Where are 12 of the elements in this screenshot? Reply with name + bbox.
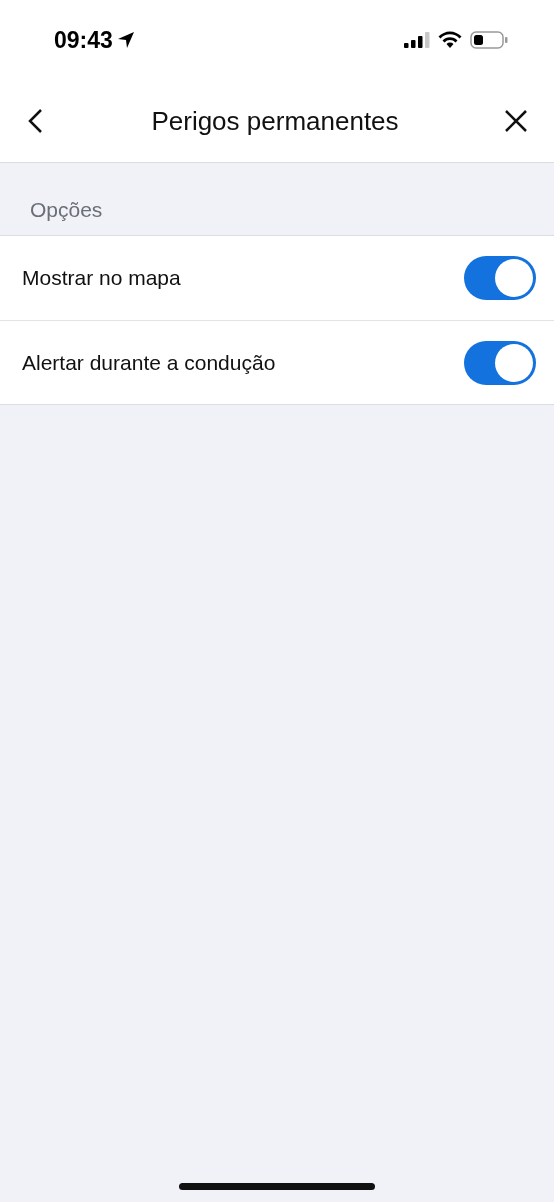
section-header: Opções xyxy=(30,198,103,222)
setting-label: Alertar durante a condução xyxy=(22,350,276,375)
close-icon xyxy=(504,109,528,133)
wifi-icon xyxy=(438,31,462,49)
location-arrow-icon xyxy=(116,31,135,49)
signal-icon xyxy=(404,32,430,48)
setting-label: Mostrar no mapa xyxy=(22,266,181,290)
toggle-switch[interactable] xyxy=(464,256,536,300)
toggle-switch[interactable] xyxy=(464,340,536,385)
status-time: 09:43 xyxy=(54,26,113,54)
screen-title: Perigos permanentes xyxy=(151,105,399,137)
battery-icon xyxy=(470,31,508,49)
